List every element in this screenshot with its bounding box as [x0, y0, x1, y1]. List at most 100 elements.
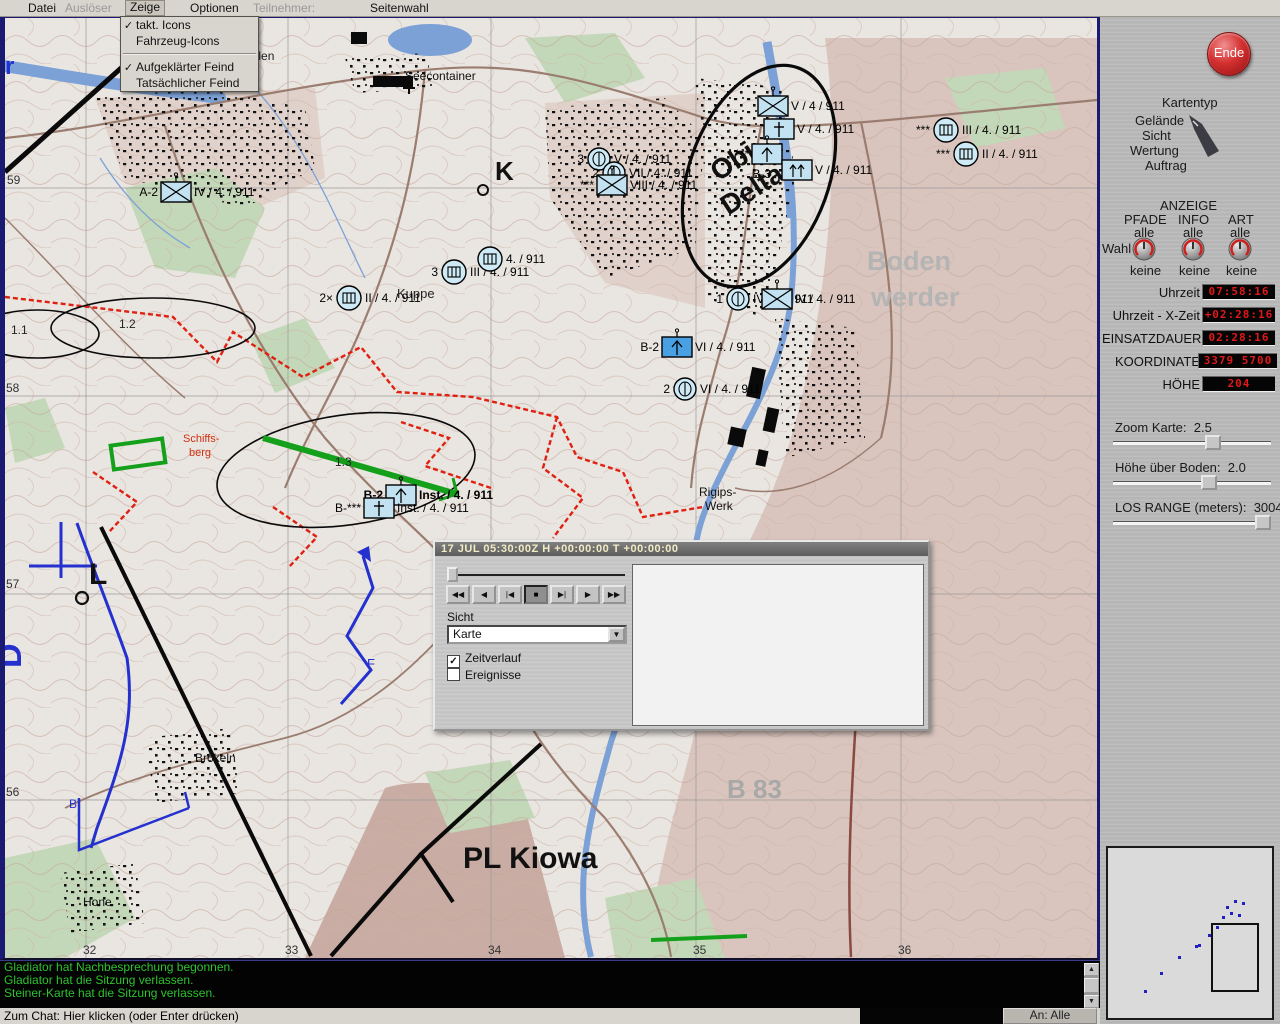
- recipient-selector[interactable]: An: Alle: [1003, 1008, 1097, 1024]
- koordinate-value: 3379 5700: [1198, 353, 1277, 369]
- los-range-thumb[interactable]: [1255, 515, 1271, 530]
- scroll-down-icon[interactable]: ▼: [1084, 995, 1099, 1008]
- svg-text:3: 3: [577, 152, 584, 166]
- einsatzdauer-label: EINSATZDAUER: [1102, 331, 1200, 346]
- zoom-karte-slider[interactable]: [1113, 441, 1271, 445]
- svg-text:A-2: A-2: [139, 185, 158, 199]
- svg-text:VI / 4. / 911: VI / 4. / 911: [700, 382, 761, 396]
- overview-minimap[interactable]: [1106, 846, 1274, 1020]
- los-range-slider[interactable]: [1113, 521, 1271, 525]
- svg-text:V / 4. / 911: V / 4. / 911: [797, 122, 854, 136]
- svg-text:VIII / 4. / 911: VIII / 4. / 911: [630, 178, 697, 192]
- svg-text:2×: 2×: [319, 291, 333, 305]
- svg-text:***: ***: [916, 123, 930, 137]
- svg-text:r: r: [5, 53, 14, 80]
- scroll-up-icon[interactable]: ▲: [1084, 963, 1099, 976]
- los-range-label: LOS RANGE (meters): 3004: [1115, 500, 1280, 515]
- uhrzeit-xzeit-value: +02:28:16: [1202, 307, 1275, 323]
- menu-item-aufgeklaerter-feind[interactable]: ✓Aufgeklärter Feind: [121, 59, 258, 75]
- svg-text:Hone: Hone: [83, 895, 112, 909]
- svg-text:werder: werder: [870, 282, 960, 312]
- map-canvas[interactable]: r ehlen Seecontainer K Obj Delta Boden w…: [5, 18, 1097, 958]
- svg-text:59: 59: [7, 173, 21, 187]
- anzeige-label: ANZEIGE: [1160, 198, 1217, 213]
- event-list-panel[interactable]: [632, 564, 924, 726]
- kartentyp-option-gelaende[interactable]: Gelände: [1135, 113, 1184, 128]
- kartentyp-option-sicht[interactable]: Sicht: [1142, 128, 1171, 143]
- menu-teilnehmer: Teilnehmer:: [249, 1, 319, 15]
- pfade-keine-label: keine: [1130, 263, 1161, 278]
- chat-log[interactable]: Gladiator hat Nachbesprechung begonnen. …: [0, 960, 1100, 1009]
- svg-text:B 83: B 83: [727, 774, 782, 804]
- view-select[interactable]: Karte ▼: [447, 625, 627, 644]
- checkbox-icon: ✓: [447, 655, 460, 668]
- ereignisse-checkbox[interactable]: Ereignisse: [447, 668, 521, 682]
- menu-item-fahrzeug-icons[interactable]: Fahrzeug-Icons: [121, 33, 258, 49]
- fast-forward-button[interactable]: ▶▶: [602, 585, 626, 604]
- stop-button[interactable]: ■: [524, 585, 548, 604]
- menu-datei[interactable]: Datei: [24, 1, 60, 15]
- hoehe-boden-value: 2.0: [1228, 460, 1246, 475]
- zeige-dropdown-menu: ✓takt. Icons Fahrzeug-Icons ✓Aufgeklärte…: [120, 16, 259, 92]
- zeitverlauf-checkbox[interactable]: ✓Zeitverlauf: [447, 652, 521, 666]
- svg-text:57: 57: [6, 577, 20, 591]
- svg-text:56: 56: [6, 785, 20, 799]
- hoehe-boden-slider[interactable]: [1113, 481, 1271, 485]
- art-keine-label: keine: [1226, 263, 1257, 278]
- time-slider-track[interactable]: [447, 574, 625, 576]
- hoehe-label: HÖHE: [1102, 377, 1200, 392]
- rewind-button[interactable]: ◀◀: [446, 585, 470, 604]
- art-knob[interactable]: [1227, 236, 1253, 262]
- chat-status-bar[interactable]: Zum Chat: Hier klicken (oder Enter drück…: [0, 1008, 1100, 1024]
- play-button[interactable]: ▶: [576, 585, 600, 604]
- svg-text:1: 1: [716, 292, 723, 306]
- minimap-viewport-rect[interactable]: [1211, 923, 1259, 992]
- kartentyp-option-auftrag[interactable]: Auftrag: [1145, 158, 1187, 173]
- dialog-title-bar[interactable]: 17 JUL 05:30:00Z H +00:00:00 T +00:00:00: [435, 542, 928, 556]
- map-window: r ehlen Seecontainer K Obj Delta Boden w…: [0, 16, 1100, 960]
- svg-text:F: F: [367, 656, 375, 671]
- pfade-knob[interactable]: [1131, 236, 1157, 262]
- svg-text:Boden: Boden: [867, 246, 951, 276]
- step-forward-button[interactable]: ▶|: [550, 585, 574, 604]
- svg-text:Rigips-: Rigips-: [699, 485, 736, 499]
- checkmark-icon: ✓: [121, 60, 136, 76]
- zoom-karte-thumb[interactable]: [1205, 435, 1221, 450]
- svg-text:Seecontainer: Seecontainer: [405, 69, 476, 83]
- ende-button[interactable]: Ende: [1207, 32, 1251, 76]
- chat-scrollbar[interactable]: ▲ ▼: [1084, 963, 1099, 1008]
- menu-item-tatsaechlicher-feind[interactable]: Tatsächlicher Feind: [121, 75, 258, 91]
- svg-text:4. / 911: 4. / 911: [506, 252, 545, 266]
- svg-text:B-***: B-***: [335, 501, 361, 515]
- time-slider-thumb[interactable]: [447, 567, 458, 582]
- svg-text:D: D: [5, 643, 29, 668]
- svg-text:V / 4. / 911: V / 4. / 911: [815, 163, 872, 177]
- checkbox-icon: [447, 668, 460, 681]
- control-sidebar: Ende Kartentyp Gelände Sicht Wertung Auf…: [1100, 0, 1280, 1024]
- svg-text:Inst. / 4. / 911: Inst. / 4. / 911: [419, 488, 493, 502]
- hoehe-value: 204: [1202, 376, 1275, 392]
- menu-item-takt-icons[interactable]: ✓takt. Icons: [121, 17, 258, 33]
- info-keine-label: keine: [1179, 263, 1210, 278]
- menu-zeige[interactable]: Zeige: [125, 0, 165, 16]
- app-screen: Datei Auslöser Zeige Optionen Teilnehmer…: [0, 0, 1280, 1024]
- view-select-value: Karte: [453, 627, 482, 641]
- chat-status-text: Zum Chat: Hier klicken (oder Enter drück…: [0, 1009, 239, 1023]
- kartentyp-option-wertung[interactable]: Wertung: [1130, 143, 1179, 158]
- uhrzeit-value: 07:58:16: [1202, 284, 1275, 300]
- info-knob[interactable]: [1180, 236, 1206, 262]
- svg-text:2: 2: [663, 382, 670, 396]
- svg-text:IV / 4. / 911: IV / 4. / 911: [194, 185, 255, 199]
- checkmark-icon: ✓: [121, 18, 136, 34]
- hoehe-boden-thumb[interactable]: [1201, 475, 1217, 490]
- menu-optionen[interactable]: Optionen: [186, 1, 243, 15]
- time-control-dialog: 17 JUL 05:30:00Z H +00:00:00 T +00:00:00…: [433, 540, 930, 731]
- chat-scroll-thumb[interactable]: [1084, 978, 1099, 993]
- hoehe-boden-label: Höhe über Boden: 2.0: [1115, 460, 1246, 475]
- play-backward-button[interactable]: ◀: [472, 585, 496, 604]
- svg-text:35: 35: [693, 943, 707, 957]
- step-backward-button[interactable]: |◀: [498, 585, 522, 604]
- svg-text:L: L: [89, 558, 107, 591]
- menu-seitenwahl[interactable]: Seitenwahl: [366, 1, 433, 15]
- chevron-down-icon[interactable]: ▼: [608, 627, 625, 642]
